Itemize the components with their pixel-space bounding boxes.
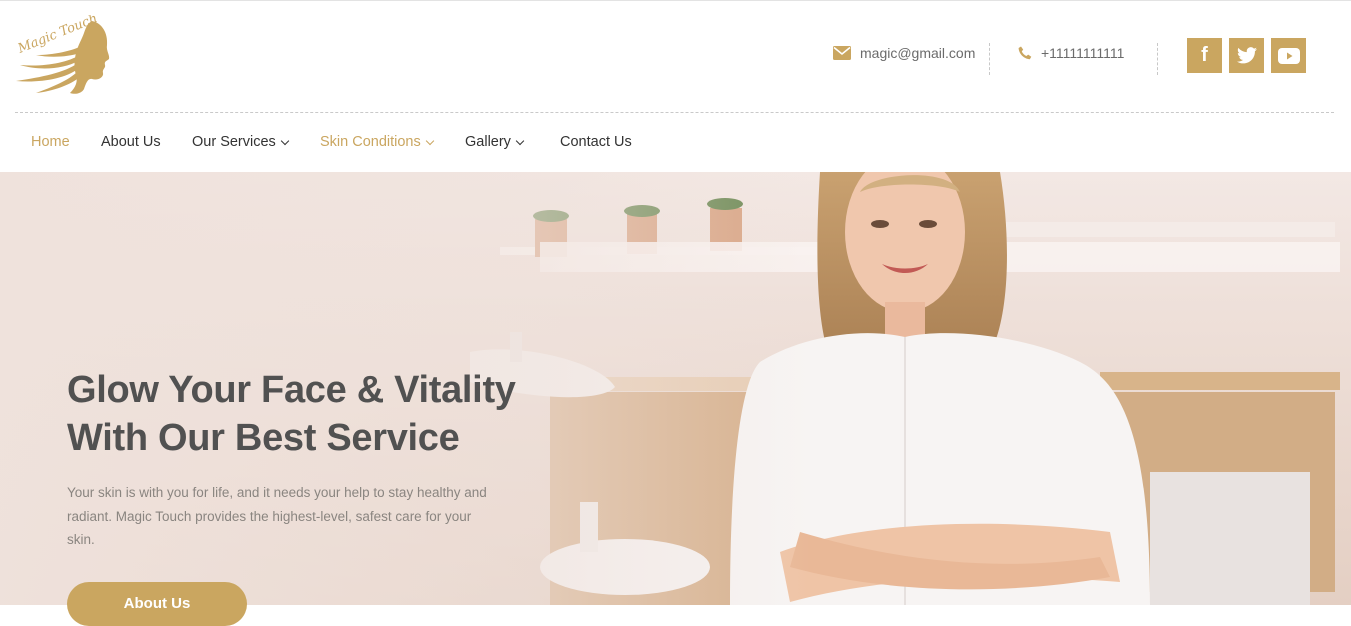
about-us-button[interactable]: About Us [67,582,247,626]
hero-description: Your skin is with you for life, and it n… [67,485,487,547]
header-separator [15,112,1334,113]
twitter-button[interactable] [1229,38,1264,73]
chevron-down-icon [425,136,434,145]
main-nav: Home About Us Our Services Skin Conditio… [0,134,1351,154]
facebook-icon: f [1201,44,1208,66]
header-phone-text[interactable]: +11111111111 [1041,45,1124,61]
chevron-down-icon [515,136,525,145]
header-divider [989,43,990,75]
header-divider [1157,43,1158,75]
envelope-icon [833,45,851,61]
header-phone[interactable]: +11111111111 [1018,45,1124,61]
youtube-icon [1277,47,1300,64]
twitter-icon [1236,47,1257,64]
brand-logo[interactable]: Magic Touch [14,15,114,97]
header-email[interactable]: magic@gmail.com [833,45,975,61]
nav-item-skin-conditions[interactable]: Skin Conditions [320,134,434,150]
hero-title-line-2: With Our Best Service [67,417,460,459]
chevron-down-icon [280,136,290,145]
nav-item-gallery[interactable]: Gallery [465,134,525,150]
nav-item-our-services[interactable]: Our Services [192,134,290,150]
nav-item-about-us[interactable]: About Us [101,134,161,150]
site-header: Magic Touch magic@gmail.com +11111111111… [0,0,1351,172]
facebook-button[interactable]: f [1187,38,1222,73]
phone-icon [1018,45,1032,61]
header-email-text[interactable]: magic@gmail.com [860,45,975,61]
youtube-button[interactable] [1271,38,1306,73]
hero-title: Glow Your Face & Vitality With Our Best … [67,366,516,462]
nav-item-home[interactable]: Home [31,134,70,150]
hero-title-line-1: Glow Your Face & Vitality [67,369,516,411]
nav-item-contact-us[interactable]: Contact Us [560,134,632,150]
